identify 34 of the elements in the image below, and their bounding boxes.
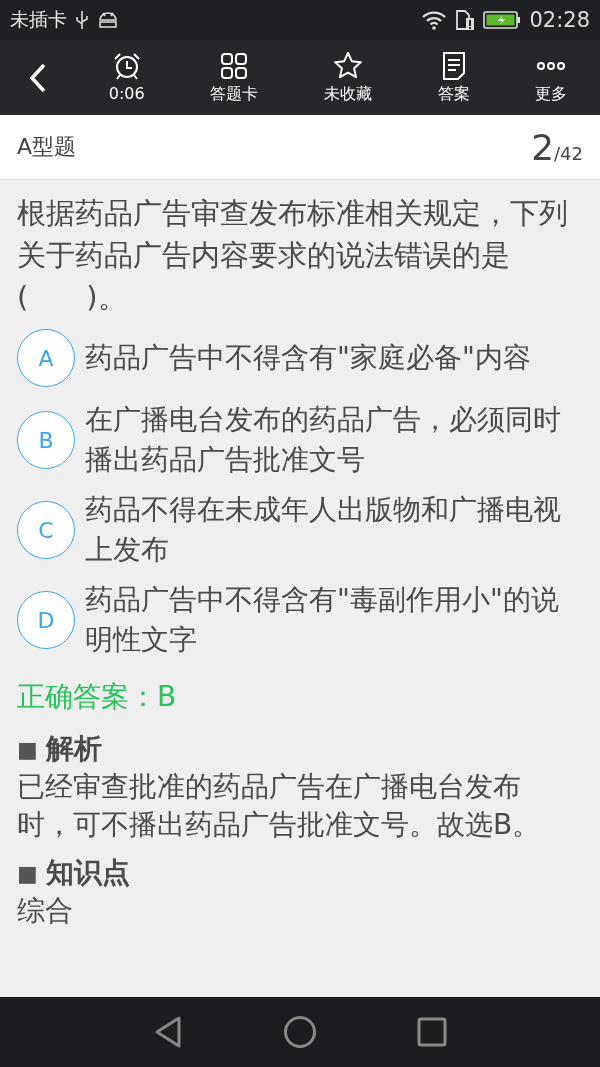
toolbar-button[interactable]: 0:06	[102, 46, 151, 109]
recents-nav-icon[interactable]	[417, 1017, 447, 1047]
toolbar-button[interactable]: 更多	[529, 46, 574, 109]
toolbar-button[interactable]: 未收藏	[317, 46, 378, 109]
back-icon	[28, 61, 48, 94]
option-text[interactable]: 药品不得在未成年人出版物和广播电视上发布	[85, 490, 565, 570]
usb-icon	[75, 10, 89, 30]
section-text: 已经审查批准的药品广告在广播电台发布时，可不播出药品广告批准文号。故选B。	[17, 769, 542, 843]
option-text[interactable]: 药品广告中不得含有"毒副作用小"的说明性文字	[85, 580, 565, 660]
more-icon	[536, 61, 567, 70]
question-text: 根据药品广告审查发布标准相关规定，下列关于药品广告内容要求的说法错误的是( )。	[17, 195, 569, 316]
question-total: /42	[554, 142, 583, 164]
star-icon	[332, 50, 363, 81]
grid-icon	[219, 50, 250, 81]
home-nav-icon[interactable]	[283, 1015, 317, 1049]
sim-card-icon	[455, 9, 476, 31]
section-title: 知识点	[45, 855, 130, 891]
back-nav-icon[interactable]	[153, 1015, 183, 1049]
square-marker: ■	[17, 736, 38, 762]
section-text: 综合	[17, 893, 74, 929]
wifi-icon	[421, 10, 448, 30]
option-text[interactable]: 药品广告中不得含有"家庭必备"内容	[85, 338, 531, 378]
section-title: 解析	[45, 731, 102, 767]
carrier-text: 未插卡	[10, 7, 67, 32]
toolbar-button[interactable]: 答题卡	[204, 46, 265, 109]
correct-answer: 正确答案：B	[17, 679, 178, 715]
question-number: 2	[531, 126, 555, 168]
option-text[interactable]: 在广播电台发布的药品广告，必须同时播出药品广告批准文号	[85, 400, 565, 480]
clock-time: 02:28	[529, 8, 590, 32]
android-icon	[97, 10, 119, 30]
question-type: A型题	[17, 133, 77, 161]
square-marker: ■	[17, 860, 38, 886]
battery-icon	[483, 10, 522, 30]
toolbar-button[interactable]: 答案	[431, 46, 476, 109]
